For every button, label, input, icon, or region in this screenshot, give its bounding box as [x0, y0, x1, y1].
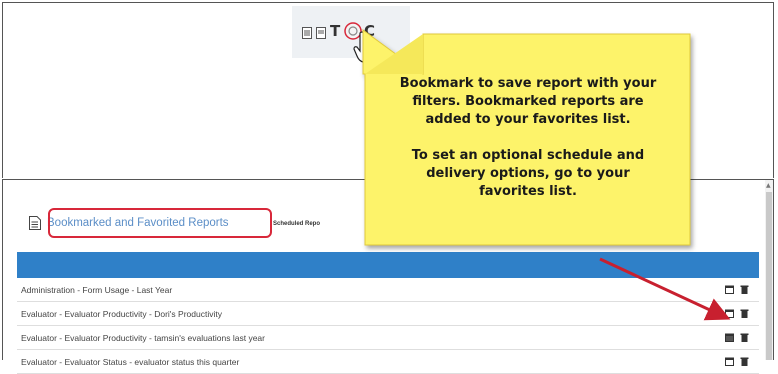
title-highlight-box: [48, 208, 272, 238]
callout-line: favorites list.: [479, 184, 577, 199]
callout-line: Bookmark to save report with your: [399, 76, 657, 91]
toolbar-letter-t[interactable]: T: [330, 22, 340, 40]
report-name[interactable]: Evaluator - Evaluator Productivity - Dor…: [21, 309, 222, 319]
scheduled-reports-tab[interactable]: Scheduled Repo: [273, 221, 320, 227]
callout-line: delivery options, go to your: [426, 166, 630, 181]
scroll-up-icon[interactable]: ▲: [766, 182, 771, 189]
report-doc-icon: [29, 216, 41, 230]
trash-icon[interactable]: [740, 333, 749, 343]
pointer-arrow: [599, 257, 731, 321]
report-name[interactable]: Administration - Form Usage - Last Year: [21, 285, 172, 295]
report-name[interactable]: Evaluator - Evaluator Productivity - tam…: [21, 333, 265, 343]
calendar-filled-icon[interactable]: [724, 333, 734, 343]
export-pdf-icon[interactable]: [316, 27, 326, 39]
callout-line: added to your favorites list.: [425, 112, 631, 127]
trash-icon[interactable]: [740, 285, 749, 295]
export-doc-icon[interactable]: [302, 27, 312, 39]
callout-line: filters. Bookmarked reports are: [412, 94, 644, 109]
callout-text: Bookmark to save report with your filter…: [378, 75, 678, 201]
trash-icon[interactable]: [740, 309, 749, 319]
scrollbar-thumb[interactable]: [766, 192, 772, 360]
table-row[interactable]: Evaluator - Evaluator Status - evaluator…: [17, 350, 759, 374]
table-row[interactable]: Evaluator - Evaluator Productivity - tam…: [17, 326, 759, 350]
callout-line: To set an optional schedule and: [411, 148, 645, 163]
